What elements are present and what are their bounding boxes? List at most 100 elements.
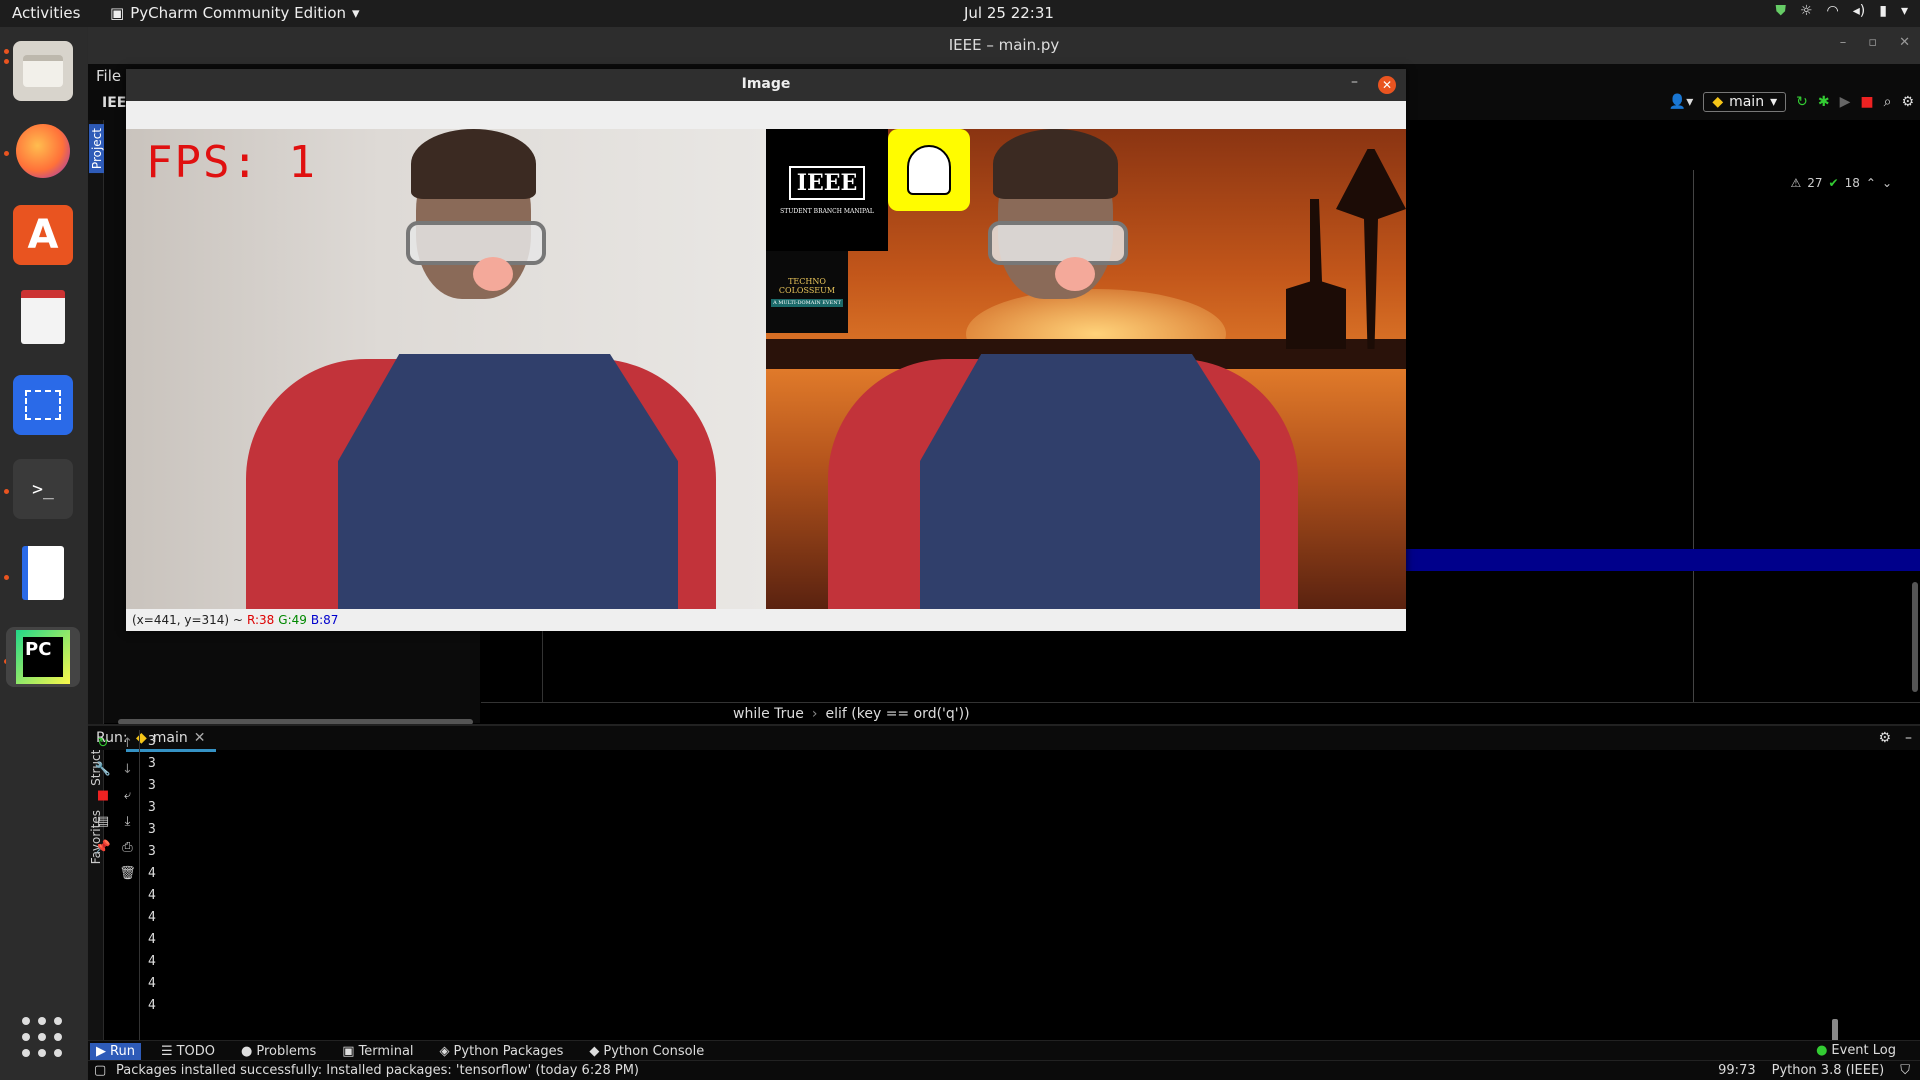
hair [993, 129, 1118, 199]
tab-problems[interactable]: ● Problems [235, 1043, 322, 1060]
techno-logo-text: TECHNO COLOSSEUM [778, 277, 836, 295]
files-icon[interactable] [13, 41, 73, 101]
layout-icon[interactable]: ▤ [97, 814, 109, 829]
maximize-icon[interactable]: ▫ [1868, 35, 1877, 50]
console-line: 3 [148, 756, 156, 771]
show-applications-icon[interactable] [22, 1017, 64, 1059]
breadcrumb-while[interactable]: while True [733, 706, 804, 722]
image-canvas[interactable]: FPS: 1 IEEE STUDENT BRANCH MANIPAL TECHN… [126, 129, 1406, 609]
console-line: 3 [148, 844, 156, 859]
run-config-selector[interactable]: ◆ main ▾ [1703, 92, 1787, 112]
console-line: 3 [148, 800, 156, 815]
trash-icon[interactable]: 🗑 [119, 866, 136, 881]
activities-button[interactable]: Activities [12, 4, 80, 22]
event-log-icon: ● [1816, 1043, 1828, 1058]
rerun-icon[interactable]: ↻ [1796, 94, 1808, 110]
gear-icon[interactable]: ⚙ [1901, 94, 1914, 110]
firefox-icon[interactable] [13, 121, 73, 181]
running-indicator [4, 575, 9, 580]
software-center-icon[interactable]: A [13, 205, 73, 265]
caret-position[interactable]: 99:73 [1718, 1063, 1755, 1078]
gnome-top-bar: Activities ▣ PyCharm Community Edition ▾… [0, 0, 1920, 27]
lock-icon[interactable]: ⛉ [1900, 1063, 1910, 1078]
image-window-toolbar [126, 101, 1406, 129]
console-line: 4 [148, 998, 156, 1013]
tab-todo[interactable]: ☰ TODO [155, 1043, 221, 1060]
hide-panel-icon[interactable]: – [1905, 730, 1912, 746]
console-line: 4 [148, 910, 156, 925]
image-window-title: Image [741, 76, 791, 92]
chevron-down-icon: ▾ [1770, 94, 1778, 110]
status-message[interactable]: Packages installed successfully: Install… [116, 1063, 639, 1078]
rerun-icon[interactable]: ↻ [98, 736, 109, 751]
arrow-down-icon[interactable]: ↓ [122, 762, 133, 777]
search-icon[interactable]: ⌕ [1884, 94, 1892, 110]
clock[interactable]: Jul 25 22:31 [964, 4, 1054, 22]
pixel-blue-value: B:87 [310, 613, 339, 627]
breadcrumb-elif[interactable]: elif (key == ord('q')) [826, 706, 970, 722]
stop-icon[interactable]: ■ [97, 788, 109, 803]
project-tool-tab[interactable]: Project [89, 124, 105, 174]
wrench-icon[interactable]: 🔧 [95, 762, 111, 777]
chevron-down-icon[interactable]: ⌄ [1882, 176, 1892, 190]
blue-apron [920, 354, 1260, 609]
image-window[interactable]: Image – ✕ FPS: 1 IEEE STUDENT BRANCH MAN… [126, 69, 1406, 631]
minimize-icon[interactable]: – [1840, 35, 1847, 50]
document-viewer-icon[interactable] [13, 287, 73, 347]
window-title: IEEE – main.py [948, 36, 1060, 54]
stop-icon[interactable]: ■ [1860, 94, 1873, 110]
pin-icon[interactable]: 📌 [95, 840, 111, 855]
hair [411, 129, 536, 199]
python-icon: ◆ [589, 1043, 600, 1059]
coverage-icon[interactable]: ▶ [1840, 94, 1851, 110]
pycharm-dock-icon[interactable]: PC [6, 627, 80, 687]
tab-python-packages-label: Python Packages [453, 1043, 564, 1059]
screenshot-icon[interactable] [13, 375, 73, 435]
arrow-up-icon[interactable]: ↑ [122, 736, 133, 751]
console-line: 4 [148, 932, 156, 947]
run-toolbar: ↻ 🔧 ■ ▤ 📌 [90, 730, 116, 1040]
system-tray[interactable]: ⛊ ☼ ◠ ◂) ▮ ▾ [1775, 3, 1908, 19]
tab-problems-label: Problems [256, 1043, 317, 1059]
account-icon[interactable]: 👤▾ [1669, 94, 1693, 110]
ghost-icon [907, 145, 951, 195]
tab-run-label: Run [110, 1043, 135, 1059]
tab-python-console[interactable]: ◆ Python Console [583, 1043, 710, 1060]
tab-python-packages[interactable]: ◈ Python Packages [434, 1043, 570, 1060]
app-menu[interactable]: ▣ PyCharm Community Edition ▾ [110, 4, 360, 22]
project-breadcrumb[interactable]: IEE [102, 95, 126, 111]
console-line: 3 [148, 734, 156, 749]
close-icon[interactable]: ✕ [1899, 35, 1910, 50]
tab-terminal[interactable]: ▣ Terminal [336, 1043, 419, 1060]
soft-wrap-icon[interactable]: ⤶ [124, 788, 131, 803]
close-icon[interactable]: ✕ [1378, 76, 1396, 94]
tab-todo-label: TODO [176, 1043, 216, 1059]
chevron-up-icon[interactable]: ⌃ [1866, 176, 1876, 190]
editor-scrollbar[interactable] [1912, 582, 1918, 692]
tab-run[interactable]: ▶ Run [90, 1042, 141, 1060]
libreoffice-writer-icon[interactable] [13, 543, 73, 603]
interpreter-selector[interactable]: Python 3.8 (IEEE) [1772, 1063, 1885, 1078]
panel-toggle-icon[interactable]: ▢ [94, 1063, 106, 1078]
terminal-icon[interactable]: >_ [13, 459, 73, 519]
window-titlebar[interactable]: IEEE – main.py – ▫ ✕ [88, 27, 1920, 64]
inspection-widget[interactable]: ⚠ 27 ✔ 18 ⌃ ⌄ [1790, 176, 1892, 190]
image-status-bar: (x=441, y=314) ~ R:38 G:49 B:87 [126, 609, 1406, 631]
event-log-label: Event Log [1831, 1043, 1896, 1058]
nose-filter [1055, 257, 1095, 291]
minimize-icon[interactable]: – [1351, 74, 1358, 90]
scroll-to-end-icon[interactable]: ⤓ [125, 814, 131, 829]
image-window-titlebar[interactable]: Image – ✕ [126, 69, 1406, 101]
menu-file[interactable]: File [96, 67, 121, 85]
list-icon: ☰ [160, 1043, 173, 1059]
run-console-output[interactable]: 3 3 3 3 3 3 4 4 4 4 4 4 4 [148, 731, 1848, 1046]
event-log-button[interactable]: ● Event Log [1816, 1043, 1896, 1058]
warning-icon: ⚠ [1790, 176, 1802, 190]
debug-icon[interactable]: ✱ [1818, 94, 1830, 110]
gear-icon[interactable]: ⚙ [1878, 730, 1891, 746]
run-toolbar-secondary: ↑ ↓ ⤶ ⤓ ⎙ 🗑 [116, 730, 140, 1040]
console-line: 4 [148, 888, 156, 903]
goggles [988, 221, 1128, 265]
python-icon: ◆ [1712, 94, 1724, 110]
print-icon[interactable]: ⎙ [122, 840, 132, 855]
